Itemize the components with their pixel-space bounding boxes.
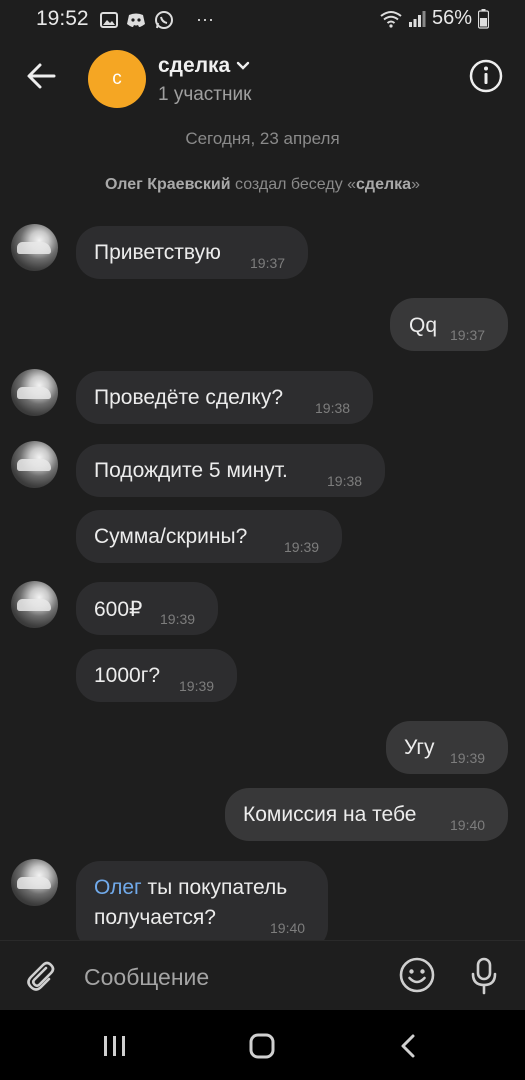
chat-header: с сделка 1 участник [0, 38, 525, 118]
back-chevron-icon [401, 1034, 415, 1058]
message-text: Угу [404, 736, 435, 759]
message-bubble[interactable]: Подождите 5 минут. 19:38 [76, 444, 385, 497]
message-composer [0, 940, 525, 1011]
paperclip-icon [27, 961, 55, 991]
message-time: 19:40 [270, 920, 306, 936]
system-end: » [411, 176, 420, 193]
home-button[interactable] [242, 1032, 282, 1060]
message-time: 19:40 [450, 817, 486, 833]
message-bubble-outgoing[interactable]: Угу 19:39 [386, 721, 508, 774]
message-bubble[interactable]: 1000г? 19:39 [76, 649, 237, 702]
status-right: 56% [380, 7, 489, 30]
message-time: 19:38 [327, 473, 363, 489]
recent-apps-icon [104, 1036, 125, 1056]
message-bubble[interactable]: Приветствую 19:37 [76, 226, 308, 279]
date-separator: Сегодня, 23 апреля [185, 129, 340, 148]
system-chat-name: сделка [356, 176, 412, 193]
system-navigation-bar [0, 1010, 525, 1080]
back-nav-button[interactable] [388, 1032, 428, 1060]
emoji-button[interactable] [398, 956, 436, 994]
signal-icon [408, 10, 426, 27]
message-text: 1000г? [94, 664, 161, 687]
sender-avatar[interactable] [11, 224, 58, 271]
whatsapp-icon [155, 10, 173, 29]
sender-avatar[interactable] [11, 441, 58, 488]
participants-count: 1 участник [158, 84, 252, 105]
message-bubble[interactable]: 600₽ 19:39 [76, 582, 218, 635]
message-bubble[interactable]: Проведёте сделку? 19:38 [76, 371, 373, 424]
arrow-left-icon [27, 63, 56, 89]
message-text: Олег ты покупатель [94, 876, 287, 900]
message-text: Qq [409, 314, 438, 337]
microphone-icon [471, 957, 497, 995]
message-time: 19:39 [450, 750, 486, 766]
sender-avatar[interactable] [11, 581, 58, 628]
chevron-down-icon [237, 61, 250, 70]
more-notifications-icon: ··· [196, 9, 214, 29]
status-time: 19:52 [36, 7, 89, 30]
recent-apps-button[interactable] [95, 1032, 135, 1060]
message-text: Подождите 5 минут. [94, 459, 288, 482]
home-icon [249, 1033, 275, 1059]
message-time: 19:37 [250, 255, 286, 271]
battery-icon [478, 8, 489, 29]
system-message: Олег Краевский создал беседу «сделка» [0, 176, 525, 194]
status-notification-icons: ··· [100, 9, 214, 30]
voice-message-button[interactable] [467, 956, 501, 996]
attach-button[interactable] [22, 957, 58, 993]
message-text-line2: получается? [94, 906, 216, 929]
info-button[interactable] [469, 59, 503, 93]
message-text: Проведёте сделку? [94, 386, 284, 409]
sender-avatar[interactable] [11, 859, 58, 906]
message-bubble[interactable]: Олег ты покупатель получается? 19:40 [76, 861, 328, 951]
message-bubble[interactable]: Сумма/скрины? 19:39 [76, 510, 342, 563]
back-button[interactable] [24, 58, 60, 94]
message-bubble-outgoing[interactable]: Комиссия на тебе 19:40 [225, 788, 508, 841]
info-icon [469, 59, 503, 93]
chat-title: сделка [158, 54, 231, 77]
message-text-part: ты покупатель [141, 876, 288, 899]
message-time: 19:39 [179, 678, 215, 694]
sender-avatar[interactable] [11, 369, 58, 416]
smiley-icon [399, 957, 435, 993]
message-time: 19:39 [160, 611, 196, 627]
message-text: Приветствую [94, 241, 221, 264]
user-mention[interactable]: Олег [94, 876, 142, 899]
message-time: 19:38 [315, 400, 351, 416]
system-author: Олег Краевский [105, 176, 231, 193]
battery-percent: 56% [431, 7, 472, 29]
message-time: 19:37 [450, 327, 486, 343]
wifi-icon [380, 10, 402, 28]
message-input[interactable] [82, 961, 386, 993]
chat-avatar[interactable]: с [88, 50, 146, 108]
discord-icon [127, 13, 145, 27]
message-bubble-outgoing[interactable]: Qq 19:37 [390, 298, 508, 351]
system-action: создал беседу « [230, 176, 357, 193]
message-text: Сумма/скрины? [94, 525, 248, 548]
status-bar: 19:52 ··· 56% [0, 0, 525, 38]
gallery-icon [100, 11, 118, 28]
message-time: 19:39 [284, 539, 320, 555]
message-text: Комиссия на тебе [243, 803, 417, 826]
chat-title-button[interactable]: сделка [158, 54, 250, 78]
message-text: 600₽ [94, 598, 143, 621]
